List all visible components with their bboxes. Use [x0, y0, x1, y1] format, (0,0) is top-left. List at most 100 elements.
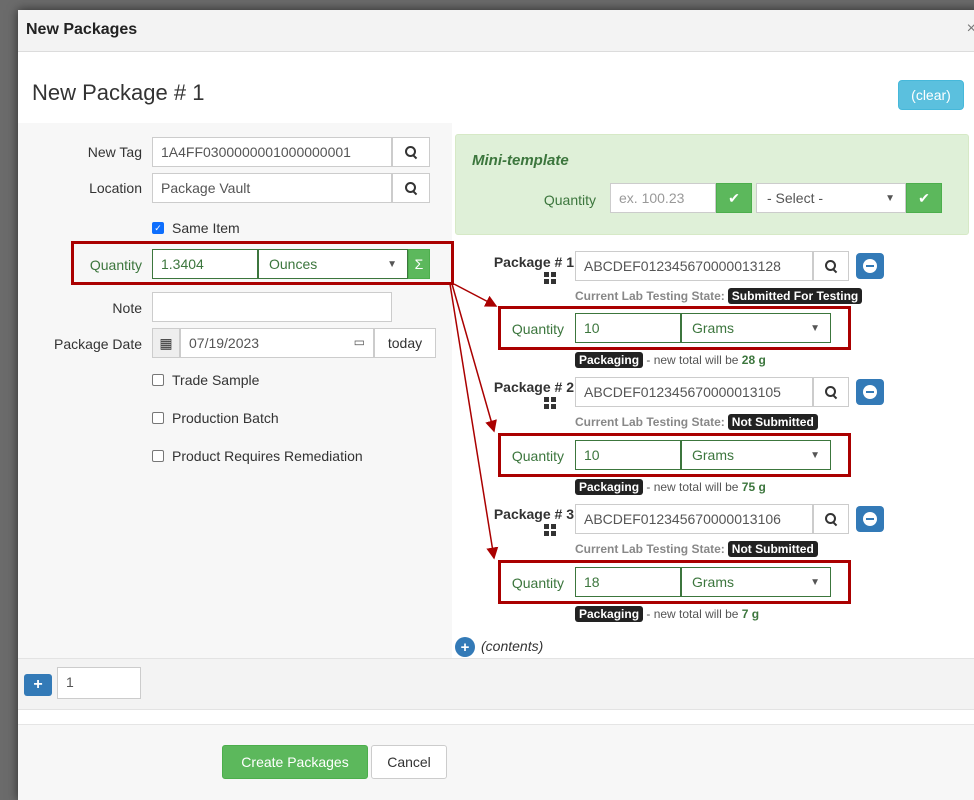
package-2-remove-button[interactable]	[856, 379, 884, 405]
close-icon[interactable]: ×	[967, 20, 974, 38]
new-tag-input[interactable]: 1A4FF0300000001000000001	[152, 137, 392, 167]
package-3-label: Package # 3	[493, 506, 574, 522]
packaging-total: 7 g	[741, 607, 760, 621]
quantity-unit-select[interactable]: Ounces ▼	[258, 249, 408, 279]
date-picker-icon[interactable]: ▭	[354, 335, 365, 351]
mini-unit-select[interactable]: - Select - ▼	[756, 183, 906, 213]
mini-unit-apply-button[interactable]: ✔	[906, 183, 942, 213]
location-input[interactable]: Package Vault	[152, 173, 392, 203]
package-2-unit-select[interactable]: Grams ▼	[681, 440, 831, 470]
quantity-label: Quantity	[89, 257, 142, 273]
mini-quantity-input[interactable]: ex. 100.23	[610, 183, 716, 213]
barcode-grid-icon	[544, 272, 556, 284]
cancel-button[interactable]: Cancel	[371, 745, 447, 779]
chevron-down-icon: ▼	[387, 258, 397, 270]
sum-button[interactable]: Σ	[408, 249, 430, 279]
quantity-input[interactable]: 1.3404	[152, 249, 258, 279]
minus-icon	[863, 385, 877, 399]
contents-label: (contents)	[481, 638, 544, 654]
calendar-icon: ▦	[152, 328, 180, 358]
package-1-packaging-note: Packaging - new total will be 28 g	[575, 352, 766, 368]
package-1-unit-value: Grams	[692, 320, 734, 336]
packaging-note-text: - new total will be	[646, 607, 739, 621]
package-2-search-button[interactable]	[813, 377, 849, 407]
package-2-packaging-note: Packaging - new total will be 75 g	[575, 479, 766, 495]
clear-button[interactable]: (clear)	[898, 80, 964, 110]
today-button[interactable]: today	[374, 328, 436, 358]
location-label: Location	[89, 180, 142, 196]
search-icon	[825, 386, 837, 398]
package-3-packaging-note: Packaging - new total will be 7 g	[575, 606, 760, 622]
check-icon: ✓	[152, 222, 164, 234]
package-3-lab-state: Current Lab Testing State: Not Submitted	[575, 541, 818, 557]
package-3-tag-input[interactable]: ABCDEF012345670000013106	[575, 504, 813, 534]
mini-template-panel: Mini-template Quantity ex. 100.23 ✔ - Se…	[455, 134, 969, 235]
remediation-label: Product Requires Remediation	[172, 448, 363, 464]
barcode-grid-icon	[544, 397, 556, 409]
package-3-search-button[interactable]	[813, 504, 849, 534]
arrow-to-package-1	[453, 283, 498, 307]
packaging-note-text: - new total will be	[646, 353, 739, 367]
lab-state-badge: Not Submitted	[727, 414, 818, 430]
create-packages-button[interactable]: Create Packages	[222, 745, 368, 779]
search-icon	[405, 146, 417, 158]
package-1-unit-select[interactable]: Grams ▼	[681, 313, 831, 343]
package-3-quantity-label: Quantity	[511, 575, 564, 591]
packaging-total: 75 g	[741, 480, 766, 494]
mini-quantity-label: Quantity	[543, 192, 596, 208]
quantity-unit-value: Ounces	[269, 256, 318, 272]
lab-state-badge: Not Submitted	[727, 541, 818, 557]
search-icon	[825, 260, 837, 272]
modal-header: New Packages ×	[18, 10, 974, 52]
same-item-checkbox[interactable]: ✓ Same Item	[152, 220, 240, 236]
package-date-value: 07/19/2023	[189, 335, 260, 351]
production-batch-label: Production Batch	[172, 410, 279, 426]
trade-sample-checkbox[interactable]: Trade Sample	[152, 372, 259, 388]
minus-icon	[863, 512, 877, 526]
packaging-badge: Packaging	[575, 479, 644, 495]
package-date-input[interactable]: 07/19/2023 ▭	[180, 328, 374, 358]
arrow-to-package-2	[451, 283, 497, 433]
trade-sample-label: Trade Sample	[172, 372, 260, 388]
package-3-unit-value: Grams	[692, 574, 734, 590]
lab-state-label: Current Lab Testing State:	[575, 289, 725, 303]
add-package-count-input[interactable]: 1	[57, 667, 141, 699]
checkbox-box	[152, 412, 164, 424]
modal-title: New Packages	[26, 21, 138, 38]
package-2-tag-input[interactable]: ABCDEF012345670000013105	[575, 377, 813, 407]
chevron-down-icon: ▼	[810, 322, 820, 334]
chevron-down-icon: ▼	[810, 449, 820, 461]
same-item-label: Same Item	[172, 220, 240, 236]
package-section-title: New Package # 1	[32, 80, 205, 105]
package-1-search-button[interactable]	[813, 251, 849, 281]
note-input[interactable]	[152, 292, 392, 322]
production-batch-checkbox[interactable]: Production Batch	[152, 410, 279, 426]
search-icon	[405, 182, 417, 194]
new-tag-label: New Tag	[87, 144, 142, 160]
add-contents-button[interactable]: +	[455, 637, 475, 657]
package-3-unit-select[interactable]: Grams ▼	[681, 567, 831, 597]
chevron-down-icon: ▼	[885, 192, 895, 204]
packaging-badge: Packaging	[575, 352, 644, 368]
package-3-remove-button[interactable]	[856, 506, 884, 532]
barcode-grid-icon	[544, 524, 556, 536]
package-1-quantity-label: Quantity	[511, 321, 564, 337]
package-1-quantity-input[interactable]: 10	[575, 313, 681, 343]
mini-quantity-apply-button[interactable]: ✔	[716, 183, 752, 213]
chevron-down-icon: ▼	[810, 576, 820, 588]
add-package-button[interactable]: +	[24, 674, 52, 696]
search-icon	[825, 513, 837, 525]
left-form-panel	[18, 123, 452, 658]
new-tag-search-button[interactable]	[392, 137, 430, 167]
checkbox-box	[152, 374, 164, 386]
location-search-button[interactable]	[392, 173, 430, 203]
package-1-tag-input[interactable]: ABCDEF012345670000013128	[575, 251, 813, 281]
packaging-note-text: - new total will be	[646, 480, 739, 494]
package-2-quantity-input[interactable]: 10	[575, 440, 681, 470]
modal-footer	[18, 724, 974, 800]
package-date-label: Package Date	[54, 336, 142, 352]
package-1-remove-button[interactable]	[856, 253, 884, 279]
new-packages-modal: New Packages × New Package # 1 (clear) N…	[18, 10, 974, 800]
remediation-checkbox[interactable]: Product Requires Remediation	[152, 448, 363, 464]
package-3-quantity-input[interactable]: 18	[575, 567, 681, 597]
